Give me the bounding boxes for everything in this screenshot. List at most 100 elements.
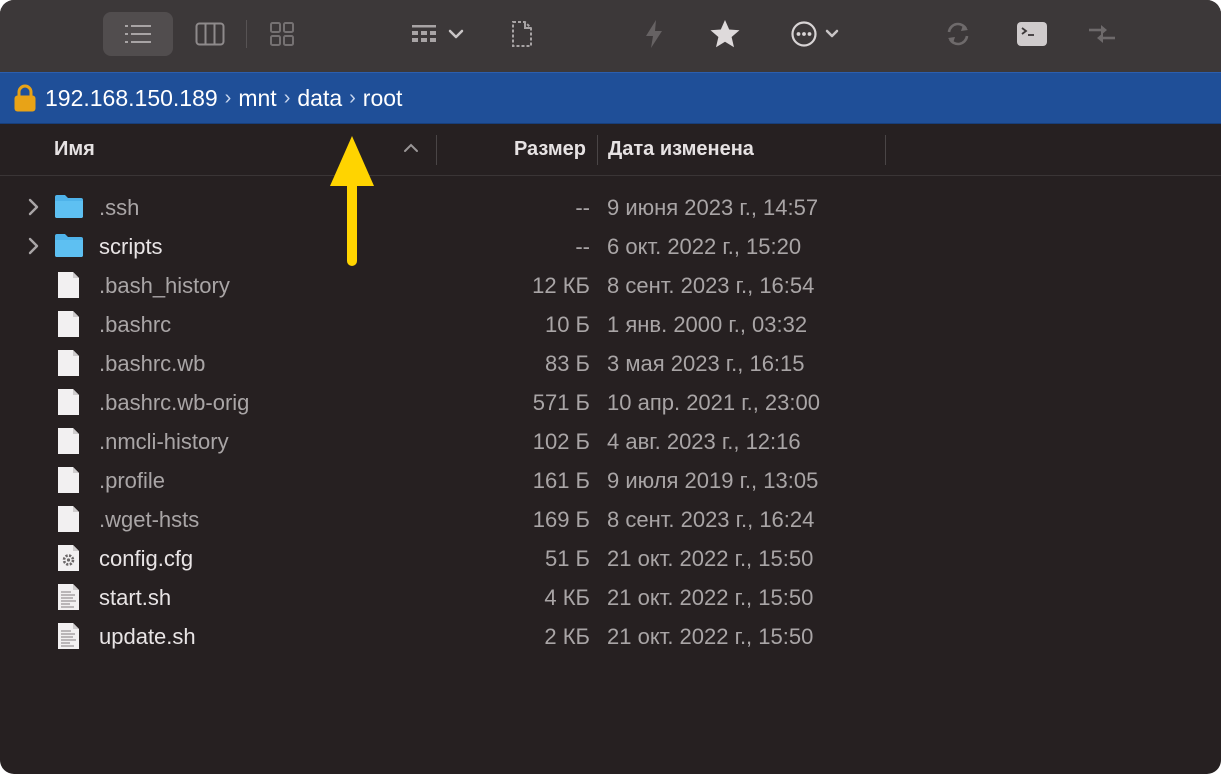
file-date: 4 авг. 2023 г., 12:16: [607, 429, 801, 454]
file-date: 9 июля 2019 г., 13:05: [607, 468, 819, 493]
new-file-button[interactable]: [500, 12, 544, 56]
file-date: 10 апр. 2021 г., 23:00: [607, 390, 820, 415]
terminal-button[interactable]: [1010, 12, 1054, 56]
column-divider[interactable]: [885, 135, 886, 165]
document-icon: [54, 349, 84, 377]
column-header: Имя Размер Дата изменена: [0, 124, 1221, 176]
breadcrumb-root[interactable]: root: [363, 85, 403, 112]
file-row[interactable]: .profile 161 Б 9 июля 2019 г., 13:05: [0, 461, 1221, 500]
action-button[interactable]: [632, 12, 676, 56]
breadcrumb-separator: ›: [283, 86, 291, 109]
file-row[interactable]: config.cfg 51 Б 21 окт. 2022 г., 15:50: [0, 539, 1221, 578]
disclosure-chevron-icon[interactable]: [26, 197, 42, 217]
file-row[interactable]: .nmcli-history 102 Б 4 авг. 2023 г., 12:16: [0, 422, 1221, 461]
file-date: 21 окт. 2022 г., 15:50: [607, 624, 814, 649]
column-divider[interactable]: [436, 135, 437, 165]
document-icon: [54, 505, 84, 533]
script-file-icon: [54, 583, 84, 611]
compare-arrows-icon: [1089, 25, 1115, 43]
group-by-icon: [412, 25, 436, 42]
group-menu-button[interactable]: [402, 12, 474, 56]
column-divider[interactable]: [597, 135, 598, 165]
file-name: .ssh: [99, 195, 140, 220]
breadcrumb-mnt[interactable]: mnt: [238, 85, 276, 112]
folder-icon: [54, 232, 84, 260]
sync-button[interactable]: [936, 12, 980, 56]
breadcrumb-separator: ›: [224, 86, 232, 109]
file-name: .bashrc.wb: [99, 351, 206, 376]
file-date: 21 окт. 2022 г., 15:50: [607, 546, 814, 571]
favorite-button[interactable]: [703, 12, 747, 56]
file-date: 21 окт. 2022 г., 15:50: [607, 585, 814, 610]
document-icon: [54, 271, 84, 299]
file-row[interactable]: .ssh -- 9 июня 2023 г., 14:57: [0, 188, 1221, 227]
file-size: 102 Б: [532, 429, 590, 454]
breadcrumb-data[interactable]: data: [297, 85, 342, 112]
file-row[interactable]: .bashrc 10 Б 1 янв. 2000 г., 03:32: [0, 305, 1221, 344]
file-size: 12 КБ: [532, 273, 590, 298]
more-menu-button[interactable]: [782, 12, 848, 56]
column-header-date[interactable]: Дата изменена: [608, 138, 754, 161]
file-name: .bash_history: [99, 273, 230, 298]
lock-icon: [13, 83, 37, 113]
file-size: 4 КБ: [544, 585, 590, 610]
file-row[interactable]: .bash_history 12 КБ 8 сент. 2023 г., 16:54: [0, 266, 1221, 305]
column-view-button[interactable]: [188, 12, 232, 56]
file-name: .wget-hsts: [99, 507, 200, 532]
breadcrumb-host[interactable]: 192.168.150.189: [45, 85, 218, 112]
config-file-icon: [54, 544, 84, 572]
file-size: 51 Б: [544, 546, 590, 571]
file-date: 8 сент. 2023 г., 16:24: [607, 507, 815, 532]
compare-button[interactable]: [1080, 12, 1124, 56]
file-name: scripts: [99, 234, 163, 259]
file-name: .bashrc.wb-orig: [99, 390, 250, 415]
list-view-button[interactable]: [103, 12, 173, 56]
file-size: 169 Б: [532, 507, 590, 532]
list-view-icon: [125, 25, 151, 43]
star-icon: [710, 20, 740, 48]
file-row[interactable]: .bashrc.wb 83 Б 3 мая 2023 г., 16:15: [0, 344, 1221, 383]
chevron-down-icon: [825, 29, 839, 38]
file-row[interactable]: update.sh 2 КБ 21 окт. 2022 г., 15:50: [0, 617, 1221, 656]
file-size: 10 Б: [544, 312, 590, 337]
file-name: .profile: [99, 468, 166, 493]
file-size: --: [575, 195, 590, 220]
path-bar: 192.168.150.189 › mnt › data › root: [0, 72, 1221, 124]
file-name: .bashrc: [99, 312, 172, 337]
column-header-size[interactable]: Размер: [440, 138, 586, 161]
sort-ascending-icon[interactable]: [402, 138, 420, 159]
toolbar: [0, 0, 1221, 72]
document-icon: [54, 310, 84, 338]
file-size: 161 Б: [532, 468, 590, 493]
finder-window: 192.168.150.189 › mnt › data › root Имя …: [0, 0, 1221, 774]
disclosure-chevron-icon[interactable]: [26, 236, 42, 256]
folder-icon: [54, 193, 84, 221]
file-size: --: [575, 234, 590, 259]
file-date: 6 окт. 2022 г., 15:20: [607, 234, 802, 259]
sync-icon: [947, 22, 969, 46]
file-row[interactable]: .wget-hsts 169 Б 8 сент. 2023 г., 16:24: [0, 500, 1221, 539]
file-date: 8 сент. 2023 г., 16:54: [607, 273, 815, 298]
file-name: update.sh: [99, 624, 196, 649]
file-size: 571 Б: [532, 390, 590, 415]
breadcrumb-separator: ›: [349, 86, 356, 109]
script-file-icon: [54, 622, 84, 650]
column-header-name[interactable]: Имя: [54, 138, 95, 161]
document-icon: [54, 427, 84, 455]
new-file-icon: [512, 21, 532, 47]
file-name: config.cfg: [99, 546, 194, 571]
annotation-arrow-icon: [330, 136, 374, 266]
gallery-view-button[interactable]: [260, 12, 304, 56]
column-view-icon: [195, 22, 225, 46]
file-name: .nmcli-history: [99, 429, 229, 454]
file-date: 3 мая 2023 г., 16:15: [607, 351, 805, 376]
file-row[interactable]: scripts -- 6 окт. 2022 г., 15:20: [0, 227, 1221, 266]
chevron-down-icon: [448, 29, 464, 39]
toolbar-divider: [246, 20, 247, 48]
file-list: .ssh -- 9 июня 2023 г., 14:57 scripts -- 6 ок…: [0, 188, 1221, 656]
file-row[interactable]: start.sh 4 КБ 21 окт. 2022 г., 15:50: [0, 578, 1221, 617]
file-date: 9 июня 2023 г., 14:57: [607, 195, 819, 220]
file-row[interactable]: .bashrc.wb-orig 571 Б 10 апр. 2021 г., 23:…: [0, 383, 1221, 422]
terminal-icon: [1017, 22, 1047, 46]
grid-icon: [270, 22, 294, 46]
